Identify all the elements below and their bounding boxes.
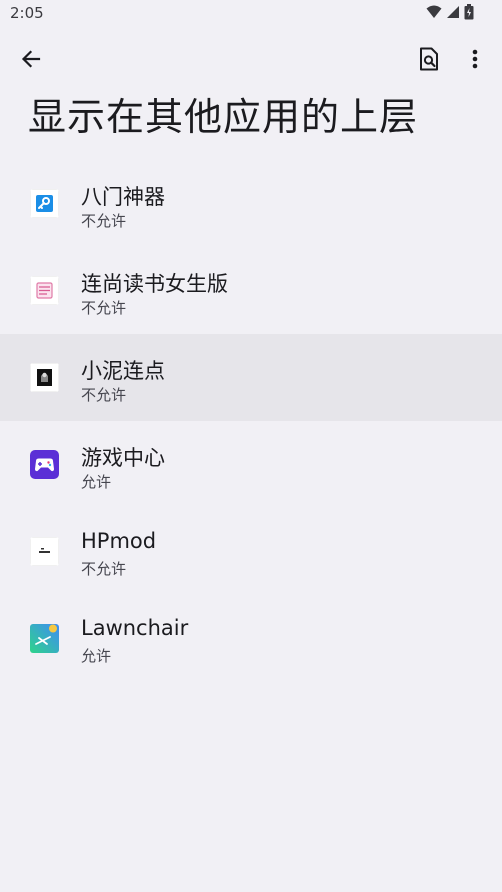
more-options-button[interactable] [458,42,492,76]
more-vert-icon [472,49,478,69]
xiaoni-app-icon [30,363,59,392]
lianshang-app-icon [30,276,59,305]
app-name: 连尚读书女生版 [81,272,228,296]
search-in-page-button[interactable] [412,42,446,76]
game-center-app-icon [30,450,59,479]
app-name: Lawnchair [81,616,189,640]
arrow-left-icon [21,50,41,68]
app-status: 不允许 [81,560,127,578]
app-row-game-center[interactable]: 游戏中心 允许 [0,421,502,508]
wifi-icon [426,5,442,18]
app-status: 不允许 [81,386,127,404]
app-row-bamen[interactable]: 八门神器 不允许 [0,160,502,247]
app-list: 八门神器 不允许 连尚读书女生版 不允许 小泥连点 不允许 游戏中心 允许 HP… [0,160,502,682]
app-status: 允许 [81,647,112,665]
toolbar [0,40,502,76]
signal-icon [447,6,459,18]
app-row-lianshang[interactable]: 连尚读书女生版 不允许 [0,247,502,334]
status-bar: 2:05 [0,0,502,28]
page-title: 显示在其他应用的上层 [28,95,419,139]
app-row-hpmod[interactable]: HPmod 不允许 [0,508,502,595]
app-row-xiaoni[interactable]: 小泥连点 不允许 [0,334,502,421]
app-name: HPmod [81,529,157,553]
app-status: 允许 [81,473,112,491]
app-name: 八门神器 [81,185,165,209]
app-status: 不允许 [81,299,127,317]
search-in-page-icon [420,47,438,71]
battery-icon [464,4,474,20]
app-row-lawnchair[interactable]: Lawnchair 允许 [0,595,502,682]
lawnchair-app-icon [30,624,59,653]
hpmod-app-icon [30,537,59,566]
app-name: 游戏中心 [81,446,165,470]
app-status: 不允许 [81,212,127,230]
status-icons [426,4,474,20]
back-button[interactable] [14,42,48,76]
bamen-app-icon [30,189,59,218]
status-time: 2:05 [10,4,44,22]
app-name: 小泥连点 [81,359,165,383]
